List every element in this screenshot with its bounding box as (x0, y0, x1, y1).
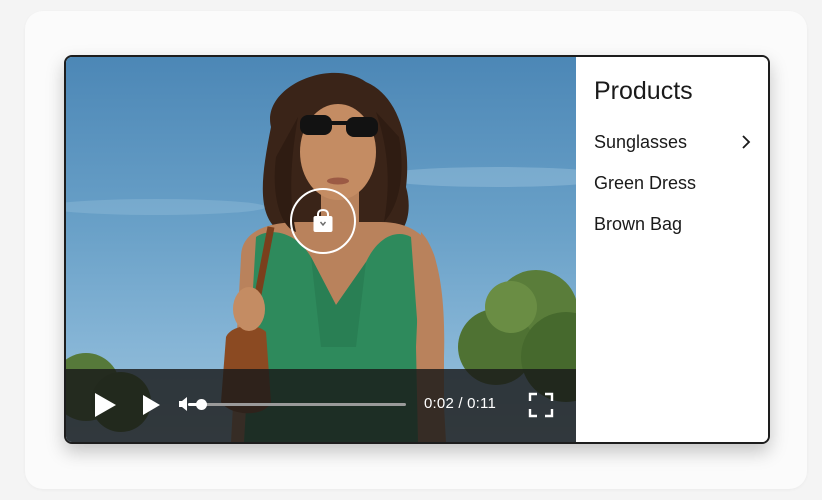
fullscreen-button[interactable] (528, 392, 554, 423)
video-frame[interactable]: 0:02 / 0:11 (66, 57, 576, 442)
product-item-label: Brown Bag (594, 213, 683, 234)
duration: 0:11 (467, 395, 496, 412)
products-panel-title: Products (594, 77, 693, 105)
current-time: 0:02 (424, 395, 454, 412)
products-panel: Products Sunglasses Green Dress Brown Ba… (576, 57, 768, 442)
player-controls: 0:02 / 0:11 (66, 369, 576, 442)
product-item-green-dress[interactable]: Green Dress (594, 169, 754, 197)
fullscreen-icon (528, 392, 554, 418)
seek-bar[interactable] (188, 399, 406, 410)
product-item-label: Sunglasses (594, 131, 688, 152)
chevron-right-icon (742, 135, 751, 149)
product-item-label: Green Dress (594, 172, 697, 193)
time-readout: 0:02 / 0:11 (424, 395, 496, 412)
next-icon (143, 395, 160, 415)
product-item-sunglasses[interactable]: Sunglasses (594, 128, 754, 156)
product-item-brown-bag[interactable]: Brown Bag (594, 210, 754, 238)
product-hotspot[interactable] (290, 188, 356, 254)
play-button[interactable] (92, 391, 118, 424)
play-icon (95, 393, 116, 417)
shoppable-video-player: 0:02 / 0:11 Products Sunglasses Green Dr… (64, 55, 770, 444)
volume-button[interactable] (178, 396, 192, 417)
time-separator: / (454, 395, 468, 412)
next-button[interactable] (140, 393, 162, 422)
seek-bar-handle[interactable] (196, 399, 208, 410)
shopping-bag-icon (313, 208, 333, 232)
